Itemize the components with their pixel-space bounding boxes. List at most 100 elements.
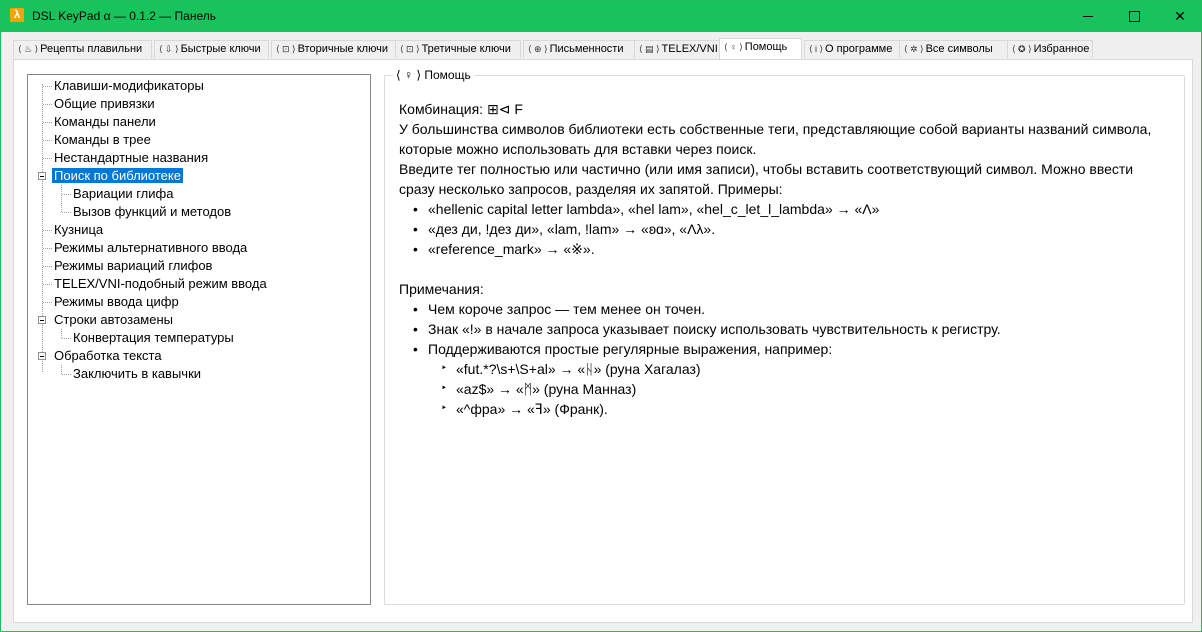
tab-label: Вторичные ключи — [297, 43, 388, 55]
help-intro-text: У большинства символов библиотеки есть с… — [399, 121, 1152, 157]
list-item: Знак «!» в начале запроса указывает поис… — [399, 319, 1159, 339]
tree-item-digit-input-modes[interactable]: Режимы ввода цифр — [52, 293, 181, 311]
tree-item-label: Режимы ввода цифр — [54, 294, 179, 309]
list-item: «hellenic capital letter lambda», «hel l… — [399, 199, 1159, 219]
close-icon: ✕ — [1174, 8, 1186, 24]
tree-item-alt-input-modes[interactable]: Режимы альтернативного ввода — [52, 239, 249, 257]
help-group-title: ⟨ ♀ ⟩ Помощь — [393, 68, 474, 82]
tree-item-common-bindings[interactable]: Общие привязки — [52, 95, 157, 113]
app-lambda-icon: λ — [10, 8, 24, 22]
tree-item-library-search[interactable]: Поиск по библиотеке — [51, 167, 184, 185]
list-item: «fut.*?\s+\S+al» → «ᚺ» (руна Хагалаз) — [399, 359, 1159, 379]
smelter-icon: ⟨ ♨ ⟩ — [18, 44, 39, 54]
tree-item-label: Вызов функций и методов — [73, 204, 232, 219]
tab-secondary-keys[interactable]: ⟨ ⊡ ⟩ Вторичные ключи — [271, 40, 404, 58]
tree-branch — [43, 230, 52, 231]
tree-item-telex-vni-mode[interactable]: TELEX/VNI-подобный режим ввода — [52, 275, 269, 293]
tree-item-modifier-keys[interactable]: Клавиши-модификаторы — [52, 77, 206, 95]
tree-item-label: Режимы альтернативного ввода — [54, 240, 248, 255]
tree-item-glyph-variations[interactable]: Вариации глифа — [71, 185, 175, 203]
tree-guide-line — [61, 329, 62, 338]
tree-item-label: Обработка текста — [54, 348, 162, 363]
close-button[interactable]: ✕ — [1157, 1, 1202, 32]
tab-tertiary-keys[interactable]: ⟨ ⊡ ⟩ Третичные ключи — [395, 40, 521, 58]
window-title: DSL KeyPad α — 0.1.2 — Панель — [32, 9, 217, 23]
collapse-toggle-icon[interactable] — [38, 172, 46, 180]
tree-item-label: Строки автозамены — [54, 312, 173, 327]
tree-item-panel-commands[interactable]: Команды панели — [52, 113, 158, 131]
key-icon: ⟨ ⊡ ⟩ — [276, 44, 296, 54]
collapse-toggle-icon[interactable] — [38, 352, 46, 360]
tree-branch — [62, 212, 71, 213]
tab-label: Письменности — [549, 43, 624, 55]
tree-item-function-calls[interactable]: Вызов функций и методов — [71, 203, 233, 221]
tree-item-label: Вариации глифа — [73, 186, 174, 201]
tree-item-nonstandard-names[interactable]: Нестандартные названия — [52, 149, 210, 167]
tree-item-glyph-variation-modes[interactable]: Режимы вариаций глифов — [52, 257, 214, 275]
tab-label: Избранное — [1033, 43, 1090, 55]
tab-scripts[interactable]: ⟨ ⊕ ⟩ Письменности — [523, 40, 641, 58]
tree-branch — [43, 140, 52, 141]
maximize-button[interactable] — [1111, 1, 1157, 32]
tree-item-label: TELEX/VNI-подобный режим ввода — [54, 276, 267, 291]
tree-item-label: Команды в трее — [54, 132, 151, 147]
list-item: «az$» → «ᛗ» (руна Манназ) — [399, 379, 1159, 399]
tree-item-forge[interactable]: Кузница — [52, 221, 105, 239]
tree-branch — [62, 194, 71, 195]
title-bar[interactable]: λ DSL KeyPad α — 0.1.2 — Панель ✕ — [1, 1, 1201, 32]
tree-guide-line — [61, 365, 62, 374]
tree-item-tray-commands[interactable]: Команды в трее — [52, 131, 153, 149]
tree-item-autoreplace-strings[interactable]: Строки автозамены — [52, 311, 175, 329]
tab-label: Рецепты плавильни — [40, 43, 143, 55]
tree-item-label: Конвертация температуры — [73, 330, 234, 345]
tree-item-label: Поиск по библиотеке — [51, 167, 184, 184]
list-item: «^фра» → «ꟻ» (Франк). — [399, 399, 1159, 419]
minimize-icon — [1083, 16, 1093, 17]
tree-guide-line — [42, 84, 43, 372]
tab-quick-keys[interactable]: ⟨ ⇩ ⟩ Быстрые ключи — [154, 40, 269, 58]
star-icon: ⟨ ✪ ⟩ — [1012, 44, 1032, 54]
app-window: λ DSL KeyPad α — 0.1.2 — Панель ✕ ⟨ ♨ ⟩ Р… — [0, 0, 1202, 632]
tab-about[interactable]: ⟨ i ⟩ О программе — [804, 40, 911, 58]
shortcut-combination: Комбинация: ⊞⊲ F — [399, 101, 523, 117]
tree-item-text-processing[interactable]: Обработка текста — [52, 347, 164, 365]
tree-branch — [43, 266, 52, 267]
tree-item-label: Кузница — [54, 222, 104, 237]
help-content: Комбинация: ⊞⊲ F У большинства символов … — [399, 99, 1159, 419]
keyboard-icon: ⟨ ▤ ⟩ — [639, 44, 660, 54]
tree-branch — [62, 374, 71, 375]
tab-label: Быстрые ключи — [180, 43, 261, 55]
symbols-icon: ⟨ ✲ ⟩ — [904, 44, 924, 54]
list-item: «дез ди, !дез ди», «lam, !lam» → «ʚɑ», «… — [399, 219, 1159, 239]
help-topics-tree[interactable]: Клавиши-модификаторы Общие привязки Кома… — [27, 74, 371, 605]
tab-label: TELEX/VNI — [661, 43, 718, 55]
tree-item-label: Нестандартные названия — [54, 150, 209, 165]
help-instruction-text: Введите тег полностью или частично (или … — [399, 161, 1134, 197]
tree-branch — [43, 302, 52, 303]
tree-branch — [43, 86, 52, 87]
minimize-button[interactable] — [1065, 1, 1111, 32]
key-icon: ⟨ ⊡ ⟩ — [400, 44, 420, 54]
tree-branch — [43, 104, 52, 105]
tab-telex-vni[interactable]: ⟨ ▤ ⟩ TELEX/VNI — [634, 40, 730, 58]
tree-branch — [43, 248, 52, 249]
globe-icon: ⟨ ⊕ ⟩ — [528, 44, 548, 54]
tab-label: Все символы — [925, 43, 993, 55]
tab-label: Третичные ключи — [421, 43, 511, 55]
tree-item-wrap-in-quotes[interactable]: Заключить в кавычки — [71, 365, 203, 383]
maximize-icon — [1128, 11, 1140, 22]
tab-help[interactable]: ⟨ ♀ ⟩ Помощь — [719, 38, 802, 59]
tree-item-label: Клавиши-модификаторы — [54, 78, 204, 93]
collapse-toggle-icon[interactable] — [38, 316, 46, 324]
tree-item-label: Команды панели — [54, 114, 156, 129]
tab-strip: ⟨ ♨ ⟩ Рецепты плавильни ⟨ ⇩ ⟩ Быстрые ключ… — [13, 38, 1193, 59]
tab-label: Помощь — [744, 41, 788, 53]
tree-branch — [43, 158, 52, 159]
tree-branch — [43, 122, 52, 123]
tab-all-symbols[interactable]: ⟨ ✲ ⟩ Все символы — [899, 40, 1009, 58]
download-arrow-icon: ⟨ ⇩ ⟩ — [159, 44, 179, 54]
tree-item-temperature-conversion[interactable]: Конвертация температуры — [71, 329, 236, 347]
tab-favorites[interactable]: ⟨ ✪ ⟩ Избранное — [1007, 40, 1093, 58]
list-item: Поддерживаются простые регулярные выраже… — [399, 339, 1159, 359]
tab-recipes[interactable]: ⟨ ♨ ⟩ Рецепты плавильни — [13, 40, 152, 58]
